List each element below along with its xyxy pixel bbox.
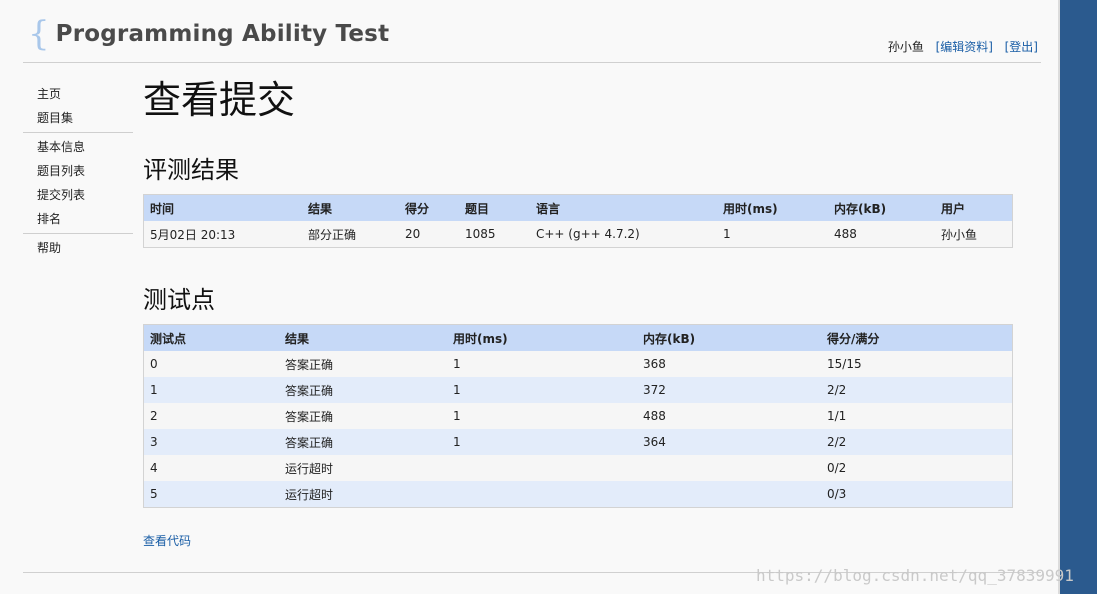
table-row: 5 运行超时 0/3	[143, 481, 1013, 508]
table-row: 1 答案正确 1 372 2/2	[143, 377, 1013, 403]
sidebar-group-help: 帮助	[23, 234, 133, 262]
test-result: 答案正确	[279, 429, 447, 455]
result-status: 部分正确	[302, 221, 399, 248]
result-time-ms: 1	[717, 221, 828, 248]
result-problem-link[interactable]: 1085	[459, 221, 530, 248]
test-id: 4	[143, 455, 279, 481]
result-memory: 488	[828, 221, 935, 248]
result-score[interactable]: 20	[399, 221, 459, 248]
test-memory: 368	[637, 351, 821, 377]
sidebar-group-set: 基本信息 题目列表 提交列表 排名	[23, 133, 133, 234]
header-divider	[23, 62, 1041, 63]
table-row: 0 答案正确 1 368 15/15	[143, 351, 1013, 377]
page-container: { Programming Ability Test 孙小鱼 [编辑资料] [登…	[0, 0, 1060, 594]
test-time: 1	[447, 351, 637, 377]
test-result: 答案正确	[279, 377, 447, 403]
test-result: 答案正确	[279, 351, 447, 377]
tests-table: 测试点 结果 用时(ms) 内存(kB) 得分/满分 0 答案正确 1 368 …	[143, 324, 1013, 508]
view-code-link[interactable]: 查看代码	[143, 532, 191, 549]
result-table-header: 时间 结果 得分 题目 语言 用时(ms) 内存(kB) 用户	[143, 194, 1013, 221]
col-test-score: 得分/满分	[821, 324, 1013, 351]
col-memory: 内存(kB)	[828, 194, 935, 221]
result-time: 5月02日 20:13	[143, 221, 302, 248]
sidebar-item-ranking[interactable]: 排名	[23, 207, 133, 231]
table-row: 4 运行超时 0/2	[143, 455, 1013, 481]
sidebar-item-help[interactable]: 帮助	[23, 236, 133, 260]
test-score: 0/2	[821, 455, 1013, 481]
tests-section-title: 测试点	[143, 286, 215, 314]
page-title: 查看提交	[143, 78, 296, 122]
test-memory: 488	[637, 403, 821, 429]
col-time: 时间	[143, 194, 302, 221]
col-result: 结果	[302, 194, 399, 221]
result-row: 5月02日 20:13 部分正确 20 1085 C++ (g++ 4.7.2)…	[143, 221, 1013, 248]
result-section-title: 评测结果	[143, 156, 239, 184]
test-time	[447, 481, 637, 508]
table-row: 2 答案正确 1 488 1/1	[143, 403, 1013, 429]
test-id: 5	[143, 481, 279, 508]
test-result: 运行超时	[279, 481, 447, 508]
test-score: 1/1	[821, 403, 1013, 429]
result-language-link[interactable]: C++ (g++ 4.7.2)	[530, 221, 717, 248]
test-score: 15/15	[821, 351, 1013, 377]
site-brand[interactable]: { Programming Ability Test	[28, 14, 389, 54]
tests-table-header: 测试点 结果 用时(ms) 内存(kB) 得分/满分	[143, 324, 1013, 351]
user-bar: 孙小鱼 [编辑资料] [登出]	[888, 38, 1038, 55]
col-problem: 题目	[459, 194, 530, 221]
sidebar-item-problem-sets[interactable]: 题目集	[23, 106, 133, 130]
sidebar-group-main: 主页 题目集	[23, 80, 133, 133]
right-stripe	[1062, 0, 1097, 594]
test-score: 2/2	[821, 377, 1013, 403]
sidebar-item-problem-list[interactable]: 题目列表	[23, 159, 133, 183]
test-score: 0/3	[821, 481, 1013, 508]
tests-body: 0 答案正确 1 368 15/15 1 答案正确 1 372 2/2 2 答案…	[143, 351, 1013, 508]
test-memory: 372	[637, 377, 821, 403]
sidebar-item-basic-info[interactable]: 基本信息	[23, 135, 133, 159]
sidebar-item-submissions[interactable]: 提交列表	[23, 183, 133, 207]
site-title: Programming Ability Test	[55, 21, 390, 47]
test-result: 运行超时	[279, 455, 447, 481]
watermark: https://blog.csdn.net/qq_37839991	[756, 566, 1074, 585]
col-score: 得分	[399, 194, 459, 221]
table-row: 3 答案正确 1 364 2/2	[143, 429, 1013, 455]
test-memory	[637, 455, 821, 481]
test-time: 1	[447, 429, 637, 455]
username: 孙小鱼	[887, 40, 924, 54]
sidebar-item-home[interactable]: 主页	[23, 82, 133, 106]
logout-link[interactable]: [登出]	[1005, 40, 1038, 54]
col-user: 用户	[935, 194, 1013, 221]
test-id: 1	[143, 377, 279, 403]
test-time	[447, 455, 637, 481]
edit-profile-link[interactable]: [编辑资料]	[936, 40, 993, 54]
col-test-memory: 内存(kB)	[637, 324, 821, 351]
result-table: 时间 结果 得分 题目 语言 用时(ms) 内存(kB) 用户 5月02日 20…	[143, 194, 1013, 248]
test-id: 3	[143, 429, 279, 455]
test-memory	[637, 481, 821, 508]
test-time: 1	[447, 377, 637, 403]
test-id: 0	[143, 351, 279, 377]
col-language: 语言	[530, 194, 717, 221]
col-test-time: 用时(ms)	[447, 324, 637, 351]
test-result: 答案正确	[279, 403, 447, 429]
sidebar-nav: 主页 题目集 基本信息 题目列表 提交列表 排名 帮助	[23, 80, 133, 262]
brace-logo-icon: {	[28, 14, 50, 54]
result-user-link[interactable]: 孙小鱼	[935, 221, 1013, 248]
col-test-id: 测试点	[143, 324, 279, 351]
test-score: 2/2	[821, 429, 1013, 455]
col-time-ms: 用时(ms)	[717, 194, 828, 221]
test-id: 2	[143, 403, 279, 429]
main-content: 查看提交 评测结果 时间 结果 得分 题目 语言 用时(ms) 内存(kB) 用…	[143, 74, 1013, 508]
test-time: 1	[447, 403, 637, 429]
col-test-result: 结果	[279, 324, 447, 351]
test-memory: 364	[637, 429, 821, 455]
